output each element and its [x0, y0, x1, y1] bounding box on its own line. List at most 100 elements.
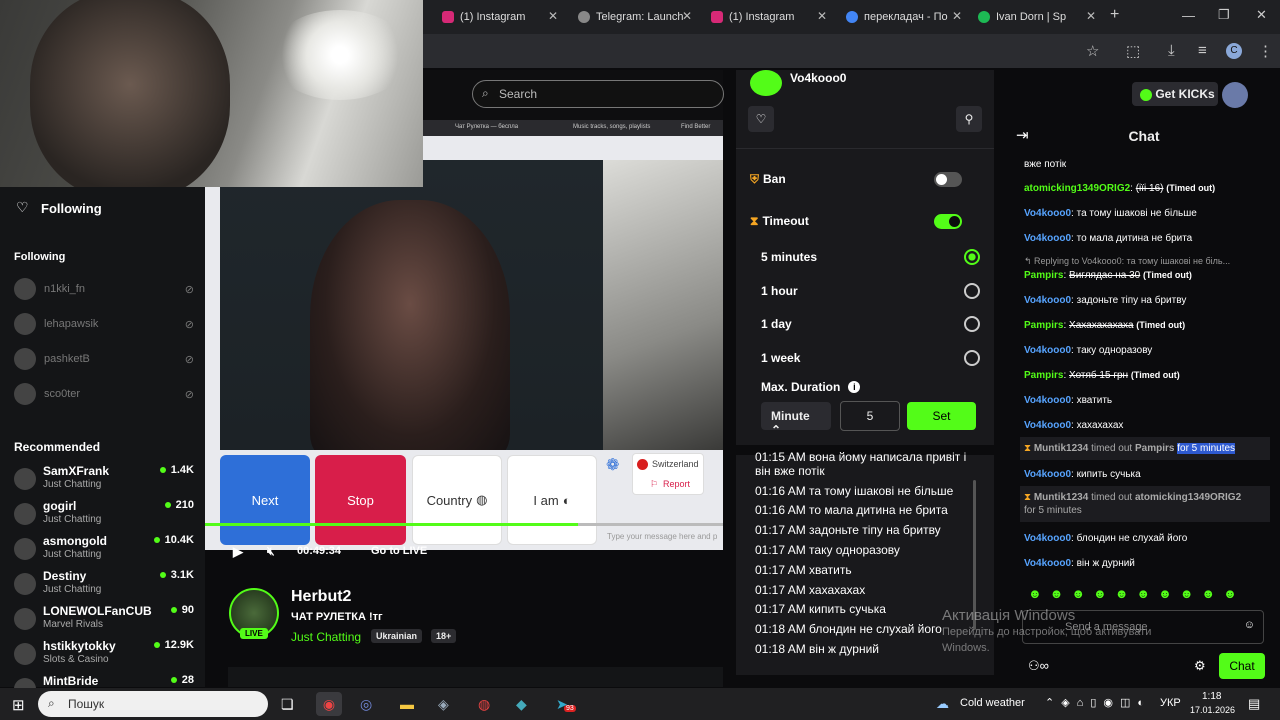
username[interactable]: Pampirs [1024, 320, 1063, 331]
duration-option[interactable]: 1 week [761, 346, 991, 370]
tray-icons[interactable]: ⌃◈⌂▯◉◫◐ [1045, 696, 1151, 709]
stream-category[interactable]: Just Chatting [291, 630, 361, 644]
recommended-item[interactable]: LONEWOLFanCUB Marvel Rivals 90 [14, 604, 194, 638]
stop-button[interactable]: Stop [315, 455, 406, 545]
windows-start-icon[interactable]: ⊞ [12, 696, 25, 714]
close-tab-icon[interactable]: ✕ [682, 9, 692, 23]
folder-icon[interactable]: ▬ [400, 696, 414, 712]
recommended-item[interactable]: hstikkytokky Slots & Casino 12.9K [14, 639, 194, 673]
settings-gear-icon[interactable]: ❁ [606, 455, 619, 475]
clock-time[interactable]: 1:18 [1202, 691, 1221, 702]
browser-tab-telegram[interactable]: Telegram: Launch ✕ [570, 4, 698, 30]
ban-toggle[interactable] [934, 171, 962, 187]
emote-row[interactable]: ☻☻☻☻☻☻☻☻☻☻ [1028, 586, 1268, 606]
chrome-icon[interactable]: ◉ [316, 692, 342, 716]
username[interactable]: Vo4kooo0 [1024, 345, 1071, 356]
search-input[interactable]: ⌕ Search [472, 80, 724, 108]
follow-heart-icon[interactable]: ♡ [748, 106, 774, 132]
notifications-icon[interactable]: ▤ [1248, 696, 1260, 712]
browser-tab-instagram[interactable]: (1) Instagram ✕ [434, 4, 564, 30]
duration-option[interactable]: 1 hour [761, 279, 991, 303]
user-avatar[interactable] [1222, 82, 1248, 108]
language-indicator[interactable]: УКР [1160, 697, 1181, 709]
badges-icon[interactable]: ⚇∞ [1028, 658, 1049, 674]
username[interactable]: Vo4kooo0 [1024, 420, 1071, 431]
mute-icon[interactable]: 🔇︎ [267, 544, 275, 559]
close-tab-icon[interactable]: ✕ [548, 9, 558, 23]
username[interactable]: Vo4kooo0 [1024, 533, 1071, 544]
username[interactable]: Vo4kooo0 [1024, 469, 1071, 480]
steam-icon[interactable]: ◈ [438, 696, 449, 713]
close-tab-icon[interactable]: ✕ [1086, 9, 1096, 23]
taskbar-search-input[interactable]: ⌕ Пошук [38, 691, 268, 717]
duration-value-input[interactable]: 5 [840, 401, 900, 431]
set-button[interactable]: Set [907, 402, 976, 430]
go-to-live-button[interactable]: Go to LIVE [371, 545, 427, 557]
username[interactable]: Vo4kooo0 [1024, 558, 1071, 569]
discord-icon[interactable]: ◎ [360, 696, 372, 713]
tag-badge[interactable]: Ukrainian [371, 629, 423, 643]
info-icon[interactable]: i [848, 381, 861, 393]
clock-date[interactable]: 17.01.2026 [1190, 705, 1235, 715]
duration-option[interactable]: 5 minutes [761, 245, 991, 269]
duration-option[interactable]: 1 day [761, 312, 991, 336]
username[interactable]: Vo4kooo0 [1024, 395, 1071, 406]
username[interactable]: Pampirs [1024, 270, 1063, 281]
username[interactable]: Vo4kooo0 [1024, 208, 1071, 219]
close-tab-icon[interactable]: ✕ [952, 9, 962, 23]
play-icon[interactable]: ▶ [233, 544, 243, 560]
ban-row[interactable]: ⛨ Ban [750, 167, 980, 191]
recommended-item[interactable]: SamXFrank Just Chatting 1.4K [14, 464, 194, 498]
duration-radio[interactable] [964, 283, 980, 299]
download-icon[interactable]: ⤓ [1168, 42, 1175, 59]
report-link[interactable]: Report [663, 479, 690, 489]
app-icon[interactable]: ◆ [516, 696, 527, 713]
browser-tab-translate[interactable]: перекладач - По ✕ [838, 4, 968, 30]
unit-select[interactable]: Minute ⌃ [761, 402, 831, 437]
new-tab-button[interactable]: + [1110, 6, 1119, 24]
send-chat-button[interactable]: Chat [1219, 653, 1265, 679]
following-item[interactable]: lehapawsik ⊘ [14, 312, 194, 336]
duration-radio[interactable] [964, 316, 980, 332]
country-button[interactable]: Country ◍ [412, 455, 502, 545]
username[interactable]: Pampirs [1024, 370, 1063, 381]
pin-icon[interactable]: ⚲ [956, 106, 982, 132]
recommended-item[interactable]: MintBride 28 [14, 674, 194, 688]
following-item[interactable]: pashketB ⊘ [14, 347, 194, 371]
timeout-toggle[interactable] [934, 213, 962, 229]
browser-tab-instagram-2[interactable]: (1) Instagram ✕ [703, 4, 833, 30]
get-kicks-button[interactable]: Get KICKs [1132, 82, 1218, 106]
media-icon[interactable]: ≡ [1198, 42, 1207, 59]
restore-icon[interactable]: ❐ [1218, 7, 1230, 23]
close-tab-icon[interactable]: ✕ [817, 9, 827, 23]
username[interactable]: atomicking1349ORIG2 [1024, 183, 1130, 194]
close-window-icon[interactable]: ✕ [1256, 7, 1267, 23]
following-item[interactable]: n1kki_fn ⊘ [14, 277, 194, 301]
star-icon[interactable]: ☆ [1086, 42, 1099, 60]
streamer-name[interactable]: Herbut2 [291, 588, 351, 606]
minimize-icon[interactable]: — [1182, 8, 1195, 23]
following-header[interactable]: Following [41, 201, 102, 216]
weather-label[interactable]: Cold weather [960, 697, 1025, 709]
iam-button[interactable]: I am ◐ [507, 455, 597, 545]
emoji-icon[interactable]: ☺ [1244, 619, 1255, 631]
profile-avatar[interactable]: C [1226, 43, 1242, 59]
video-progress-bar[interactable] [205, 523, 723, 526]
following-item[interactable]: sco0ter ⊘ [14, 382, 194, 406]
menu-icon[interactable]: ⋮ [1258, 42, 1273, 60]
duration-radio[interactable] [964, 350, 980, 366]
recommended-item[interactable]: gogirl Just Chatting 210 [14, 499, 194, 533]
recommended-item[interactable]: asmongold Just Chatting 10.4K [14, 534, 194, 568]
browser-tab-spotify[interactable]: Ivan Dorn | Sp ✕ [970, 4, 1102, 30]
username[interactable]: Vo4kooo0 [1024, 295, 1071, 306]
extensions-icon[interactable]: ⬚ [1126, 42, 1140, 60]
username[interactable]: Vo4kooo0 [1024, 233, 1071, 244]
timeout-row[interactable]: ⧗ Timeout [750, 209, 980, 233]
obs-icon[interactable]: ◍ [478, 696, 490, 713]
tag-badge[interactable]: 18+ [431, 629, 457, 643]
gear-icon[interactable]: ⚙ [1194, 658, 1206, 674]
next-button[interactable]: Next [220, 455, 310, 545]
recommended-item[interactable]: Destiny Just Chatting 3.1K [14, 569, 194, 603]
emote-icon[interactable]: ☻☻☻☻☻☻☻☻☻☻ [1028, 586, 1245, 601]
duration-radio[interactable] [964, 249, 980, 265]
